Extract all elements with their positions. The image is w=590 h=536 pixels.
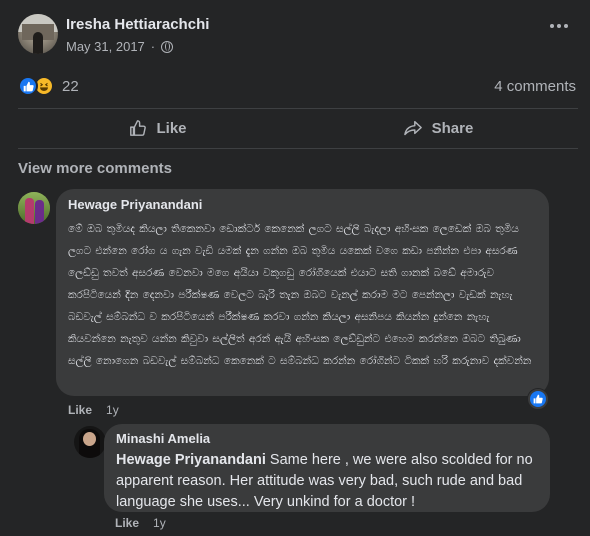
reply-actions: Like 1y <box>115 516 166 530</box>
thumbs-up-icon <box>130 120 147 136</box>
comments-count[interactable]: 4 comments <box>494 78 576 95</box>
divider <box>18 148 578 149</box>
reply-like-button[interactable]: Like <box>115 516 139 530</box>
reply-time[interactable]: 1y <box>153 516 166 530</box>
reply-avatar[interactable] <box>74 426 106 458</box>
reply-author[interactable]: Minashi Amelia <box>116 431 538 446</box>
share-label: Share <box>431 119 474 137</box>
separator-dot: · <box>150 39 156 54</box>
more-options-icon[interactable] <box>550 24 568 28</box>
divider <box>18 108 578 109</box>
author-avatar[interactable] <box>18 14 58 54</box>
reply-bubble: Minashi Amelia Hewage Priyanandani Same … <box>104 424 550 512</box>
reactions-bar: 22 4 comments <box>18 76 578 98</box>
reply-text: Hewage Priyanandani Same here , we were … <box>116 450 538 513</box>
post-header: Iresha Hettiarachchi May 31, 2017 · <box>18 14 578 58</box>
comment-bubble: Hewage Priyanandani මේ ඔබ තුමියද කියලා ත… <box>56 189 549 396</box>
post-actions: Like Share <box>18 110 578 146</box>
post-author[interactable]: Iresha Hettiarachchi <box>66 16 209 33</box>
post-date[interactable]: May 31, 2017 <box>66 39 145 54</box>
commenter-avatar[interactable] <box>18 192 50 224</box>
post-meta: May 31, 2017 · <box>66 39 174 54</box>
like-icon <box>18 76 38 96</box>
reply-mention[interactable]: Hewage Priyanandani <box>116 452 266 468</box>
share-button[interactable]: Share <box>298 110 578 146</box>
globe-icon <box>161 40 174 53</box>
like-label: Like <box>156 119 187 137</box>
comment-like-reaction-icon[interactable] <box>528 389 548 409</box>
comment-actions: Like 1y <box>68 403 119 417</box>
share-icon <box>403 120 422 136</box>
comment-text: මේ ඔබ තුමියද කියලා තිකෙනවා ඩොක්ටර් කෙනෙක… <box>68 223 532 367</box>
view-more-comments[interactable]: View more comments <box>18 160 172 177</box>
comment-author[interactable]: Hewage Priyanandani <box>68 197 537 212</box>
reaction-icons[interactable] <box>18 76 54 96</box>
comment-like-button[interactable]: Like <box>68 403 92 417</box>
like-button[interactable]: Like <box>18 110 298 146</box>
comment-time[interactable]: 1y <box>106 403 119 417</box>
reaction-count[interactable]: 22 <box>62 78 79 95</box>
